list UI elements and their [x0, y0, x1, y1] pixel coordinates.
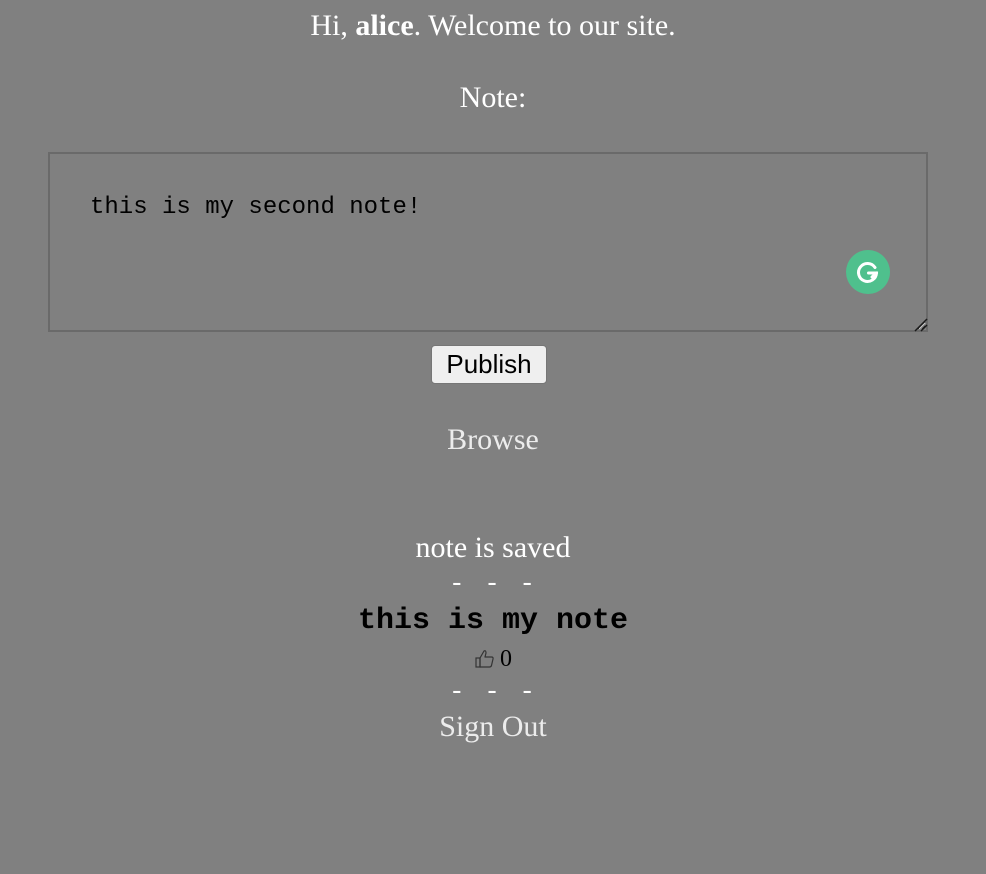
like-count: 0 [500, 646, 512, 672]
note-label: Note: [459, 81, 527, 114]
note-separator-top: - - - [448, 569, 537, 599]
sign-out-link[interactable]: Sign Out [0, 708, 986, 746]
welcome-message: Hi, alice. Welcome to our site. [0, 6, 986, 46]
greeting-suffix: . Welcome to our site. [413, 9, 676, 42]
note-text: this is my note [357, 604, 629, 638]
resize-grip-icon[interactable] [912, 316, 928, 332]
note-separator-bottom: - - - [448, 677, 537, 707]
note-likes: 0 [0, 645, 986, 673]
publish-button[interactable]: Publish [431, 345, 547, 384]
grammarly-icon[interactable] [846, 250, 890, 294]
status-message: note is saved [415, 531, 571, 564]
username: alice [355, 9, 414, 42]
note-textarea[interactable]: this is my second note! [48, 152, 928, 332]
greeting-prefix: Hi, [310, 9, 356, 42]
thumbs-up-icon[interactable] [474, 648, 496, 670]
browse-link[interactable]: Browse [0, 421, 986, 459]
